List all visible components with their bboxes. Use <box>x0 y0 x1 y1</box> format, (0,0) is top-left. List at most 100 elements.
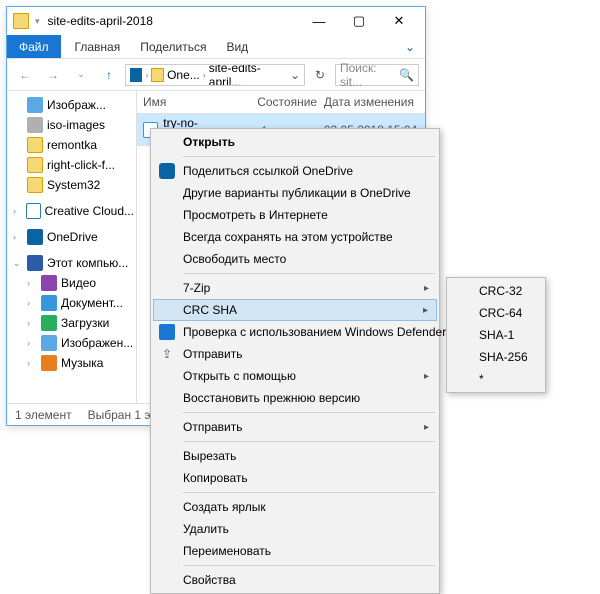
menu-delete[interactable]: Удалить <box>153 518 437 540</box>
menu-free-space[interactable]: Освободить место <box>153 248 437 270</box>
minimize-button[interactable]: — <box>299 7 339 35</box>
tree-node-documents[interactable]: ›Документ... <box>9 293 134 313</box>
tree-node-downloads[interactable]: ›Загрузки <box>9 313 134 333</box>
menu-separator <box>183 412 435 413</box>
disk-icon <box>27 117 43 133</box>
onedrive-icon <box>130 68 142 82</box>
breadcrumb-dropdown-icon[interactable]: ⌄ <box>290 68 300 82</box>
documents-icon <box>41 295 57 311</box>
chevron-right-icon: › <box>145 70 148 80</box>
refresh-button[interactable]: ↻ <box>309 64 331 86</box>
folder-icon <box>13 13 29 29</box>
shield-icon <box>159 324 175 340</box>
menu-share-onedrive[interactable]: Поделиться ссылкой OneDrive <box>153 160 437 182</box>
menu-open[interactable]: Открыть <box>153 131 437 153</box>
submenu-all[interactable]: * <box>449 368 543 390</box>
context-menu: Открыть Поделиться ссылкой OneDrive Друг… <box>150 128 440 594</box>
onedrive-icon <box>159 163 175 179</box>
music-icon <box>41 355 57 371</box>
menu-copy[interactable]: Копировать <box>153 467 437 489</box>
breadcrumb[interactable]: › One... › site-edits-april... ⌄ <box>125 64 305 86</box>
video-icon <box>41 275 57 291</box>
tree-node[interactable]: iso-images <box>9 115 134 135</box>
folder-icon <box>151 68 164 82</box>
menu-other-publications[interactable]: Другие варианты публикации в OneDrive <box>153 182 437 204</box>
breadcrumb-seg: One... <box>167 68 200 82</box>
chevron-right-icon: ▸ <box>424 283 429 294</box>
tree-node[interactable]: right-click-f... <box>9 155 134 175</box>
col-name[interactable]: Имя <box>143 95 257 109</box>
tab-file[interactable]: Файл <box>7 35 61 58</box>
address-bar: ← → ⌄ ↑ › One... › site-edits-april... ⌄… <box>7 59 425 91</box>
tree-node[interactable]: System32 <box>9 175 134 195</box>
maximize-button[interactable]: ▢ <box>339 7 379 35</box>
menu-send-to[interactable]: Отправить▸ <box>153 416 437 438</box>
tree-node-pictures[interactable]: Изображ... <box>9 95 134 115</box>
col-date[interactable]: Дата изменения <box>324 95 419 109</box>
ribbon-expand-icon[interactable]: ⌄ <box>395 35 425 58</box>
ribbon-tabs: Файл Главная Поделиться Вид ⌄ <box>7 35 425 59</box>
chevron-right-icon: › <box>203 70 206 80</box>
onedrive-icon <box>27 229 43 245</box>
menu-view-internet[interactable]: Просмотреть в Интернете <box>153 204 437 226</box>
menu-share[interactable]: ⇪Отправить <box>153 343 437 365</box>
tab-home[interactable]: Главная <box>65 35 131 58</box>
folder-icon <box>27 157 43 173</box>
downloads-icon <box>41 315 57 331</box>
menu-7zip[interactable]: 7-Zip▸ <box>153 277 437 299</box>
tab-share[interactable]: Поделиться <box>130 35 216 58</box>
chevron-right-icon: ▸ <box>423 305 428 316</box>
submenu-crc32[interactable]: CRC-32 <box>449 280 543 302</box>
menu-separator <box>183 273 435 274</box>
submenu-crc64[interactable]: CRC-64 <box>449 302 543 324</box>
chevron-right-icon: ▸ <box>424 422 429 433</box>
menu-rename[interactable]: Переименовать <box>153 540 437 562</box>
pc-icon <box>27 255 43 271</box>
tree-node-creative-cloud[interactable]: ›Creative Cloud... <box>9 201 134 221</box>
crc-sha-submenu: CRC-32 CRC-64 SHA-1 SHA-256 * <box>446 277 546 393</box>
menu-separator <box>183 492 435 493</box>
history-dropdown-icon[interactable]: ⌄ <box>69 63 93 87</box>
pictures-icon <box>27 97 43 113</box>
menu-separator <box>183 565 435 566</box>
close-button[interactable]: ✕ <box>379 7 419 35</box>
search-placeholder: Поиск: sit... <box>340 61 395 89</box>
qat-dropdown-icon[interactable]: ▾ <box>35 16 40 27</box>
menu-separator <box>183 441 435 442</box>
folder-icon <box>27 137 43 153</box>
cloud-icon <box>26 203 41 219</box>
search-input[interactable]: Поиск: sit... 🔍 <box>335 64 419 86</box>
folder-icon <box>27 177 43 193</box>
submenu-sha256[interactable]: SHA-256 <box>449 346 543 368</box>
col-state[interactable]: Состояние <box>257 95 324 109</box>
chevron-down-icon: ⌄ <box>13 258 23 269</box>
column-headers[interactable]: Имя Состояние Дата изменения <box>137 91 425 114</box>
window-title: site-edits-april-2018 <box>48 14 299 28</box>
menu-always-offline[interactable]: Всегда сохранять на этом устройстве <box>153 226 437 248</box>
submenu-sha1[interactable]: SHA-1 <box>449 324 543 346</box>
menu-separator <box>183 156 435 157</box>
menu-crc-sha[interactable]: CRC SHA▸ <box>153 299 437 321</box>
navigation-pane[interactable]: Изображ... iso-images remontka right-cli… <box>7 91 137 403</box>
forward-button[interactable]: → <box>41 63 65 87</box>
quick-access-toolbar: ▾ <box>35 16 40 27</box>
menu-restore-prev[interactable]: Восстановить прежнюю версию <box>153 387 437 409</box>
menu-defender[interactable]: Проверка с использованием Windows Defend… <box>153 321 437 343</box>
menu-cut[interactable]: Вырезать <box>153 445 437 467</box>
search-icon: 🔍 <box>399 68 414 82</box>
chevron-right-icon: › <box>13 232 23 242</box>
tree-node-video[interactable]: ›Видео <box>9 273 134 293</box>
back-button[interactable]: ← <box>13 63 37 87</box>
menu-create-shortcut[interactable]: Создать ярлык <box>153 496 437 518</box>
chevron-right-icon: ▸ <box>424 371 429 382</box>
menu-open-with[interactable]: Открыть с помощью▸ <box>153 365 437 387</box>
up-button[interactable]: ↑ <box>97 63 121 87</box>
tree-node-music[interactable]: ›Музыка <box>9 353 134 373</box>
menu-properties[interactable]: Свойства <box>153 569 437 591</box>
tree-node[interactable]: remontka <box>9 135 134 155</box>
tab-view[interactable]: Вид <box>216 35 258 58</box>
pictures-icon <box>41 335 57 351</box>
tree-node-pictures2[interactable]: ›Изображен... <box>9 333 134 353</box>
tree-node-onedrive[interactable]: ›OneDrive <box>9 227 134 247</box>
tree-node-this-pc[interactable]: ⌄Этот компью... <box>9 253 134 273</box>
